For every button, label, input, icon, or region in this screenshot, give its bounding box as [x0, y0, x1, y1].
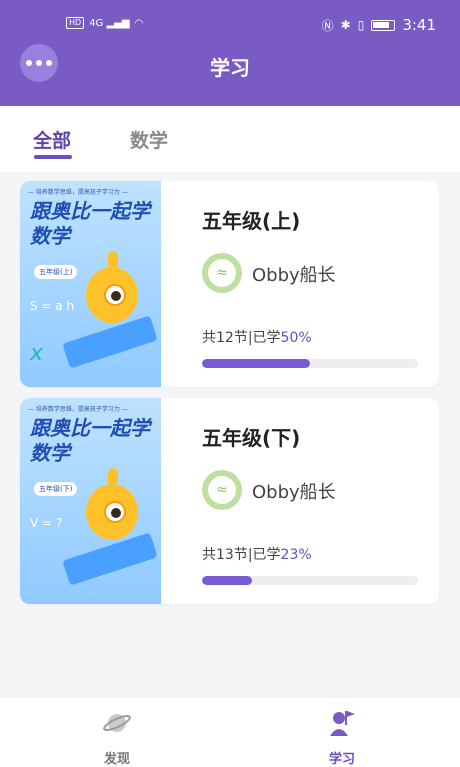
nav-label: 发现 — [103, 752, 130, 767]
progress-summary: 共13节|已学23% — [202, 544, 312, 564]
cover-title: 跟奥比一起学数学 — [30, 416, 150, 465]
planet-icon — [103, 714, 131, 732]
progress-bar — [202, 576, 418, 585]
page-title: 学习 — [210, 56, 250, 80]
progress-summary: 共12节|已学50% — [202, 327, 312, 347]
course-cover: — 培养数学思维，提高孩子学习力 — 跟奥比一起学数学 五年级(上) S = a… — [20, 181, 161, 387]
progress-percent: 50% — [280, 330, 312, 346]
lesson-count: 共13节|已学 — [202, 547, 281, 563]
mascot-pupil — [111, 291, 121, 301]
lesson-count: 共12节|已学 — [202, 330, 281, 346]
mascot-antenna — [108, 251, 118, 267]
tab-math[interactable]: 数学 — [130, 126, 168, 153]
avatar-logo-icon: ≈ — [208, 476, 236, 504]
avatar-logo-icon: ≈ — [208, 259, 236, 287]
signal-icon: 4G ▂▄▆ — [89, 17, 130, 29]
flag-person-icon — [330, 711, 355, 736]
cover-tagline: — 培养数学思维，提高孩子学习力 — — [28, 406, 128, 413]
active-tab-indicator — [34, 155, 72, 159]
teacher-avatar: ≈ — [202, 470, 242, 510]
cover-formula: S = a h — [30, 299, 75, 313]
top-header: HD 4G ▂▄▆ ◠ Ⓝ ✱ ▯ 3:41 学习 — [0, 0, 460, 106]
mascot-antenna — [108, 468, 118, 484]
course-info: 五年级(下) ≈ Obby船长 共13节|已学23% — [180, 398, 439, 604]
cover-variable: x — [30, 341, 44, 366]
course-title: 五年级(下) — [202, 426, 301, 450]
vibrate-icon: ▯ — [357, 18, 365, 32]
category-tabs: 全部 数学 — [0, 106, 460, 172]
cover-title: 跟奥比一起学数学 — [30, 199, 150, 248]
course-card[interactable]: — 培养数学思维，提高孩子学习力 — 跟奥比一起学数学 五年级(下) V = ?… — [20, 398, 439, 604]
course-list: — 培养数学思维，提高孩子学习力 — 跟奥比一起学数学 五年级(上) S = a… — [0, 172, 460, 697]
cover-grade-badge: 五年级(上) — [34, 265, 78, 279]
wifi-icon: ◠ — [134, 17, 144, 29]
clock: 3:41 — [402, 16, 436, 34]
pencil-illustration — [62, 315, 158, 369]
teacher-name: Obby船长 — [252, 265, 336, 286]
cover-formula: V = ? — [30, 516, 63, 530]
mascot-pupil — [111, 508, 121, 518]
progress-bar-fill — [202, 576, 252, 585]
bluetooth-icon: ✱ — [340, 18, 351, 32]
course-title: 五年级(上) — [202, 209, 301, 233]
course-info: 五年级(上) ≈ Obby船长 共12节|已学50% — [180, 181, 439, 387]
nav-discover[interactable]: 发现 — [87, 708, 147, 767]
progress-percent: 23% — [280, 547, 312, 563]
course-cover: — 培养数学思维，提高孩子学习力 — 跟奥比一起学数学 五年级(下) V = ? — [20, 398, 161, 604]
battery-icon — [371, 19, 396, 31]
hd-badge: HD — [66, 17, 85, 29]
cover-grade-badge: 五年级(下) — [34, 482, 78, 496]
bottom-navigation: 发现 学习 — [0, 697, 460, 767]
tab-all[interactable]: 全部 — [33, 126, 71, 153]
pencil-illustration — [62, 532, 158, 586]
nfc-icon: Ⓝ — [321, 18, 334, 33]
teacher-name: Obby船长 — [252, 482, 336, 503]
nav-label: 学习 — [328, 752, 355, 767]
progress-bar-fill — [202, 359, 310, 368]
network-status: HD 4G ▂▄▆ ◠ — [66, 17, 143, 29]
course-card[interactable]: — 培养数学思维，提高孩子学习力 — 跟奥比一起学数学 五年级(上) S = a… — [20, 181, 439, 387]
status-bar: HD 4G ▂▄▆ ◠ Ⓝ ✱ ▯ 3:41 — [0, 0, 460, 44]
nav-learn[interactable]: 学习 — [312, 708, 372, 767]
teacher-avatar: ≈ — [202, 253, 242, 293]
system-status: Ⓝ ✱ ▯ 3:41 — [322, 16, 436, 34]
progress-bar — [202, 359, 418, 368]
cover-tagline: — 培养数学思维，提高孩子学习力 — — [28, 189, 128, 196]
